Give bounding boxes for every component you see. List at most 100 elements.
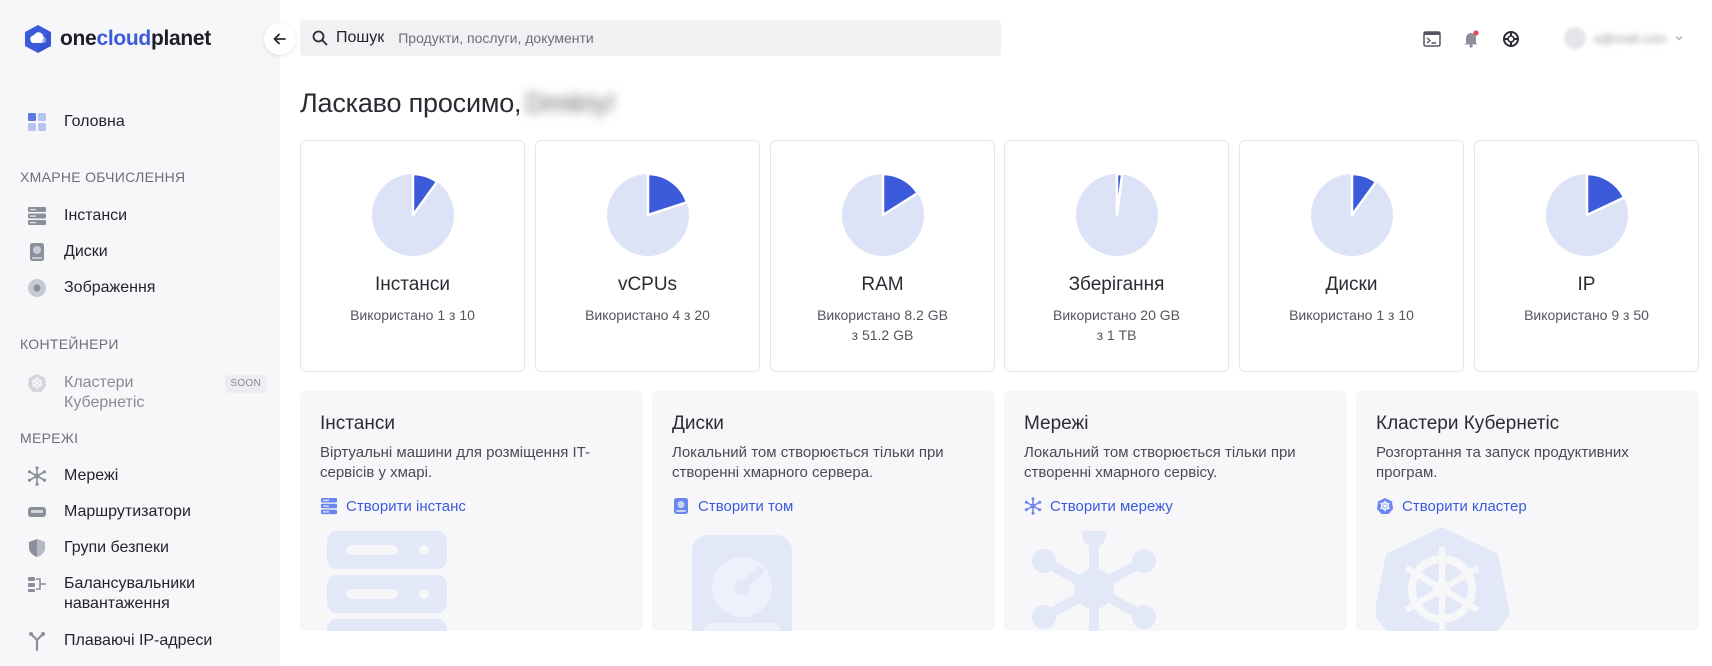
create-network-link[interactable]: Створити мережу xyxy=(1024,497,1173,515)
notifications-button[interactable] xyxy=(1460,28,1482,50)
support-button[interactable] xyxy=(1500,28,1522,50)
sidebar-item-floating-ips[interactable]: Плаваючі IP-адреси xyxy=(26,630,266,652)
welcome-text: Ласкаво просимо, xyxy=(300,88,522,118)
sidebar-item-label: Маршрутизатори xyxy=(64,503,191,520)
collapse-sidebar-button[interactable] xyxy=(264,23,296,55)
sidebar-item-label: Групи безпеки xyxy=(64,539,169,556)
sidebar-item-label: Мережі xyxy=(64,467,119,484)
network-icon xyxy=(26,465,48,487)
sidebar-item-security-groups[interactable]: Групи безпеки xyxy=(26,537,266,559)
kubernetes-icon xyxy=(26,372,48,394)
sidebar-item-images[interactable]: Зображення xyxy=(26,277,266,299)
kubernetes-illustration xyxy=(1376,527,1510,631)
search-icon xyxy=(312,30,328,46)
stat-card-disks[interactable]: Диски Використано 1 з 10 xyxy=(1239,140,1464,372)
link-label: Створити том xyxy=(698,497,794,515)
page-title: Ласкаво просимо, Dmitriy! xyxy=(300,88,615,119)
card-description: Розгортання та запуск продуктивних прогр… xyxy=(1376,444,1629,481)
create-volume-link[interactable]: Створити том xyxy=(672,497,793,515)
card-title: Інстанси xyxy=(320,413,395,434)
chevron-down-icon xyxy=(1675,35,1683,41)
sidebar-item-label: Плаваючі IP-адреси xyxy=(64,632,213,649)
link-label: Створити інстанс xyxy=(346,497,466,515)
sidebar-item-label: Диски xyxy=(64,243,108,260)
stat-title: Інстанси xyxy=(375,274,450,295)
disk-illustration xyxy=(692,535,792,631)
network-illustration xyxy=(1032,531,1156,631)
usage-pie-chart xyxy=(372,173,454,256)
bell-icon xyxy=(1464,30,1479,48)
card-title: Мережі xyxy=(1024,413,1089,434)
floating-ip-icon xyxy=(26,630,48,652)
avatar xyxy=(1564,27,1586,49)
card-description: Локальний том створюється тільки при ств… xyxy=(672,444,944,481)
load-balancer-icon xyxy=(26,573,48,595)
logo-text: onecloudplanet xyxy=(60,27,211,50)
section-networks: МЕРЕЖІ xyxy=(20,430,79,446)
stat-card-instances[interactable]: Інстанси Використано 1 з 10 xyxy=(300,140,525,372)
sidebar-item-label: Балансувальники навантаження xyxy=(64,575,196,612)
stat-title: vCPUs xyxy=(617,274,678,295)
usage-pie-chart xyxy=(607,173,689,256)
create-instance-link[interactable]: Створити інстанс xyxy=(320,497,466,515)
sidebar-item-networks[interactable]: Мережі xyxy=(26,465,266,487)
kubernetes-icon xyxy=(1377,498,1393,514)
card-kubernetes: Кластери Кубернетіс Розгортання та запус… xyxy=(1356,391,1699,631)
usage-pie-chart xyxy=(842,173,924,256)
sidebar-item-load-balancers[interactable]: Балансувальники навантаження xyxy=(26,573,266,614)
card-disks: Диски Локальний том створюється тільки п… xyxy=(652,391,995,631)
logo[interactable]: onecloudplanet xyxy=(24,24,211,54)
stat-title: IP xyxy=(1577,274,1596,295)
router-icon xyxy=(26,501,48,523)
sidebar-item-instances[interactable]: Інстанси xyxy=(26,205,266,227)
section-containers: КОНТЕЙНЕРИ xyxy=(20,336,119,352)
lifebuoy-icon xyxy=(1503,31,1519,47)
search-bar[interactable]: Пошук xyxy=(300,20,1001,56)
sidebar-item-label: Кластери Кубернетіс xyxy=(64,374,145,411)
network-icon xyxy=(1024,497,1042,515)
stat-usage: Використано 1 з 10 xyxy=(350,307,475,323)
search-label: Пошук xyxy=(336,29,385,46)
stat-usage: Використано 8.2 GB з 51.2 GB xyxy=(817,307,948,343)
link-label: Створити кластер xyxy=(1402,497,1527,515)
server-icon xyxy=(26,205,48,227)
sidebar-item-label: Зображення xyxy=(64,279,156,296)
search-input[interactable] xyxy=(398,30,959,46)
card-networks: Мережі Локальний том створюється тільки … xyxy=(1004,391,1347,631)
user-menu[interactable]: a@mail.com xyxy=(1564,27,1684,49)
stat-usage: Використано 9 з 50 xyxy=(1524,307,1649,323)
stat-card-ram[interactable]: RAM Використано 8.2 GB з 51.2 GB xyxy=(770,140,995,372)
user-name: Dmitriy! xyxy=(525,88,616,118)
card-title: Кластери Кубернетіс xyxy=(1376,413,1560,434)
sidebar-item-disks[interactable]: Диски xyxy=(26,241,266,263)
stat-title: RAM xyxy=(861,274,904,295)
stat-title: Диски xyxy=(1325,274,1378,295)
sidebar-item-routers[interactable]: Маршрутизатори xyxy=(26,501,266,523)
create-cluster-link[interactable]: Створити кластер xyxy=(1376,497,1527,515)
shield-icon xyxy=(26,537,48,559)
stat-usage: Використано 4 з 20 xyxy=(585,307,710,323)
console-button[interactable] xyxy=(1421,28,1443,50)
sidebar-item-label: Інстанси xyxy=(64,207,128,224)
sidebar-item-home[interactable]: Головна xyxy=(26,111,266,133)
arrow-left-icon xyxy=(273,33,286,45)
stat-title: Зберігання xyxy=(1068,274,1165,295)
stat-card-vcpus[interactable]: vCPUs Використано 4 з 20 xyxy=(535,140,760,372)
terminal-icon xyxy=(1423,31,1441,47)
card-instances: Інстанси Віртуальні машини для розміщенн… xyxy=(300,391,643,631)
logo-icon xyxy=(25,25,51,53)
stat-card-storage[interactable]: Зберігання Використано 20 GB з 1 TB xyxy=(1004,140,1229,372)
stat-card-ip[interactable]: IP Використано 9 з 50 xyxy=(1474,140,1699,372)
usage-pie-chart xyxy=(1076,173,1158,256)
sidebar: onecloudplanet Головна ХМАРНЕ ОБЧИСЛЕННЯ… xyxy=(0,0,280,666)
user-email: a@mail.com xyxy=(1594,30,1667,46)
server-illustration xyxy=(327,531,447,631)
link-label: Створити мережу xyxy=(1050,497,1173,515)
disk-icon xyxy=(26,241,48,263)
sidebar-item-kubernetes: Кластери Кубернетіс SOON xyxy=(26,372,266,413)
usage-pie-chart xyxy=(1546,173,1628,256)
server-icon xyxy=(321,498,337,515)
dashboard-icon xyxy=(26,111,48,133)
stat-usage: Використано 1 з 10 xyxy=(1289,307,1414,323)
stat-usage: Використано 20 GB з 1 TB xyxy=(1053,307,1180,343)
